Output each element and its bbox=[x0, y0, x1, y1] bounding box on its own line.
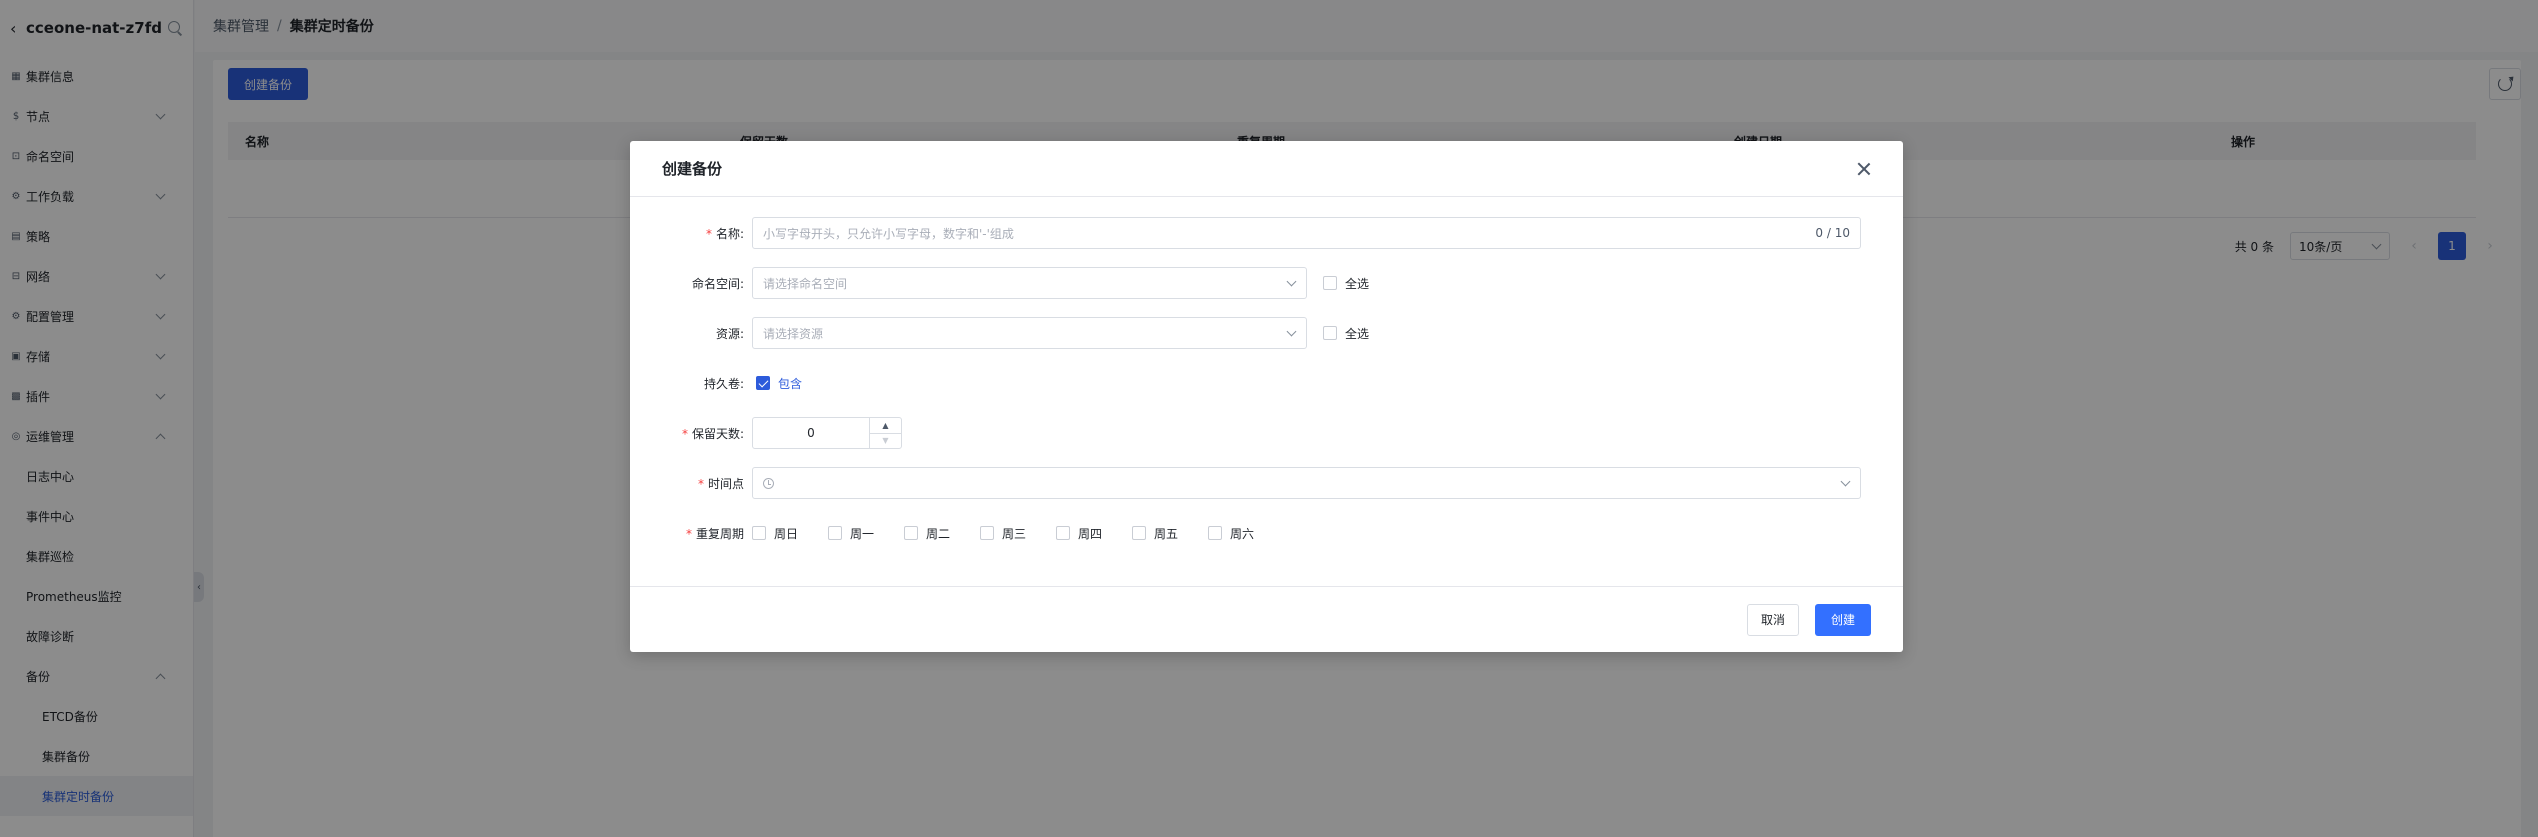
namespace-label: 命名空间: bbox=[691, 276, 744, 291]
pv-include-checkbox[interactable] bbox=[756, 376, 770, 390]
weekday-tue[interactable]: 周二 bbox=[904, 525, 980, 542]
create-button[interactable]: 创建 bbox=[1814, 603, 1871, 636]
modal-footer: 取消 创建 bbox=[630, 586, 1903, 652]
clock-icon bbox=[763, 477, 774, 489]
weekday-sat[interactable]: 周六 bbox=[1208, 525, 1284, 542]
name-char-count: 0 / 10 bbox=[1815, 226, 1850, 240]
form-row-namespace: 命名空间: 请选择命名空间 全选 bbox=[630, 267, 1369, 299]
weekday-checkbox[interactable] bbox=[1132, 526, 1146, 540]
resource-label: 资源: bbox=[715, 326, 744, 341]
cancel-button[interactable]: 取消 bbox=[1746, 603, 1799, 636]
form-row-pv: 持久卷: 包含 bbox=[630, 367, 802, 399]
weekday-thu[interactable]: 周四 bbox=[1056, 525, 1132, 542]
pv-include[interactable]: 包含 bbox=[756, 375, 802, 392]
namespace-select-all[interactable]: 全选 bbox=[1323, 275, 1369, 292]
weekday-sun[interactable]: 周日 bbox=[752, 525, 828, 542]
retain-label: * 保留天数: bbox=[681, 426, 744, 441]
create-backup-modal: 创建备份 * 名称: 小写字母开头，只允许小写字母，数字和'-'组成 0 / 10… bbox=[630, 141, 1903, 652]
modal-title: 创建备份 bbox=[662, 160, 723, 178]
namespace-select-all-checkbox[interactable] bbox=[1323, 276, 1337, 290]
close-icon[interactable] bbox=[1857, 162, 1871, 176]
weekday-checkbox[interactable] bbox=[1056, 526, 1070, 540]
repeat-label: * 重复周期 bbox=[685, 526, 744, 541]
retain-days-value[interactable]: 0 bbox=[753, 418, 869, 448]
weekday-checkbox[interactable] bbox=[1208, 526, 1222, 540]
chevron-down-icon bbox=[1840, 478, 1850, 488]
weekday-checkbox[interactable] bbox=[828, 526, 842, 540]
form-row-resource: 资源: 请选择资源 全选 bbox=[630, 317, 1369, 349]
form-row-name: * 名称: 小写字母开头，只允许小写字母，数字和'-'组成 0 / 10 bbox=[630, 217, 1861, 249]
form-row-time: * 时间点 bbox=[630, 467, 1861, 499]
weekday-checkboxes: 周日 周一 周二 周三 周四 周五 周六 bbox=[752, 525, 1284, 542]
weekday-wed[interactable]: 周三 bbox=[980, 525, 1056, 542]
namespace-select[interactable]: 请选择命名空间 bbox=[752, 267, 1307, 299]
time-picker[interactable] bbox=[752, 467, 1861, 499]
time-label: * 时间点 bbox=[697, 476, 744, 491]
chevron-down-icon bbox=[1286, 328, 1296, 338]
form-row-retain: * 保留天数: 0 ▲ ▼ bbox=[630, 417, 902, 449]
retain-days-stepper[interactable]: 0 ▲ ▼ bbox=[752, 417, 902, 449]
modal-header: 创建备份 bbox=[630, 141, 1903, 197]
resource-select[interactable]: 请选择资源 bbox=[752, 317, 1307, 349]
increment-icon[interactable]: ▲ bbox=[870, 418, 901, 433]
resource-select-all-checkbox[interactable] bbox=[1323, 326, 1337, 340]
weekday-mon[interactable]: 周一 bbox=[828, 525, 904, 542]
chevron-down-icon bbox=[1286, 278, 1296, 288]
name-label: * 名称: bbox=[705, 226, 744, 241]
weekday-fri[interactable]: 周五 bbox=[1132, 525, 1208, 542]
resource-select-all[interactable]: 全选 bbox=[1323, 325, 1369, 342]
form-row-repeat: * 重复周期 周日 周一 周二 周三 周四 周五 周六 bbox=[630, 517, 1284, 549]
decrement-icon[interactable]: ▼ bbox=[870, 432, 901, 449]
weekday-checkbox[interactable] bbox=[980, 526, 994, 540]
weekday-checkbox[interactable] bbox=[752, 526, 766, 540]
pv-label: 持久卷: bbox=[703, 376, 744, 391]
weekday-checkbox[interactable] bbox=[904, 526, 918, 540]
name-input[interactable]: 小写字母开头，只允许小写字母，数字和'-'组成 0 / 10 bbox=[752, 217, 1861, 249]
